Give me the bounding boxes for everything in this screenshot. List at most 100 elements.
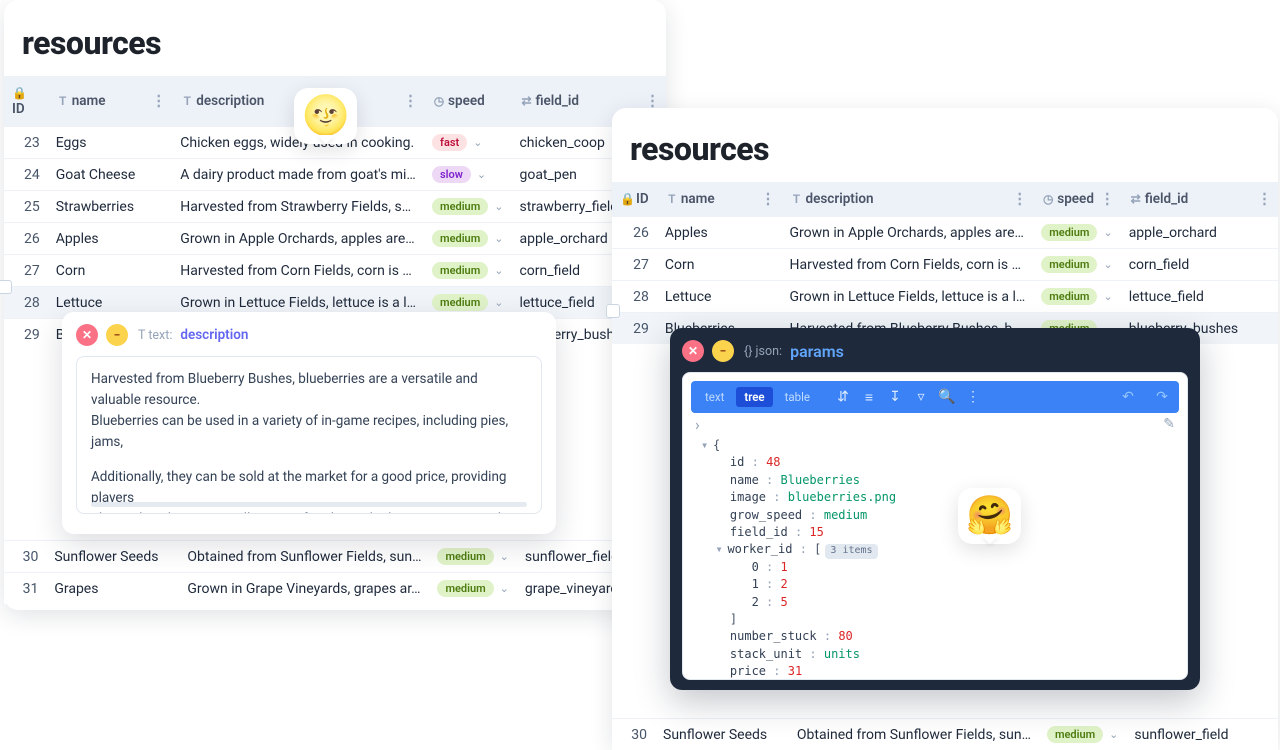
cell-field-id: sunflower_field <box>1126 719 1278 750</box>
cell-id: 26 <box>4 223 48 255</box>
cell-field-id: lettuce_field <box>1121 281 1278 313</box>
table-row[interactable]: 30 Sunflower Seeds Obtained from Sunflow… <box>612 719 1278 750</box>
table-row[interactable]: 26 Apples Grown in Apple Orchards, apple… <box>4 223 666 255</box>
cell-speed[interactable]: slow⌄ <box>424 159 511 191</box>
right-resources-panel: resources 🔒ID Tname ⋮ Tdescription ⋮ ◷sp… <box>612 108 1278 750</box>
cell-speed[interactable]: medium⌄ <box>424 191 511 223</box>
table-row[interactable]: 27 Corn Harvested from Corn Fields, corn… <box>612 249 1278 281</box>
chevron-down-icon[interactable]: ⌄ <box>494 232 503 245</box>
cell-field-id: corn_field <box>1121 249 1278 281</box>
undo-icon[interactable]: ↶ <box>1117 386 1139 408</box>
json-tree[interactable]: ▾{ id : 48 name : Blueberries image : bl… <box>683 435 1187 680</box>
cell-name: Sunflower Seeds <box>46 541 179 573</box>
col-menu-icon[interactable]: ⋮ <box>645 94 660 109</box>
col-id[interactable]: 🔒ID <box>612 182 657 217</box>
col-menu-icon[interactable]: ⋮ <box>151 94 166 109</box>
collapse-all-icon[interactable]: ≡ <box>858 386 880 408</box>
cell-name: Apples <box>657 217 782 249</box>
expand-all-icon[interactable]: ⇵ <box>832 386 854 408</box>
row-checkbox[interactable] <box>606 304 620 318</box>
field-type-label: {} json: <box>744 344 782 359</box>
json-toolbar: text tree table ⇵ ≡ ↧ ▿ 🔍 ⋮ ↶ ↷ <box>691 381 1179 413</box>
cell-description: Harvested from Strawberry Fields, s… <box>172 191 424 223</box>
resources-table-tail: 30 Sunflower Seeds Obtained from Sunflow… <box>4 540 666 604</box>
chevron-down-icon[interactable]: ⌄ <box>500 582 509 595</box>
col-menu-icon[interactable]: ⋮ <box>1100 192 1115 207</box>
tab-text[interactable]: text <box>697 387 732 407</box>
horizontal-scrollbar[interactable] <box>91 502 527 507</box>
cell-id: 24 <box>4 159 48 191</box>
col-menu-icon[interactable]: ⋮ <box>1012 192 1027 207</box>
field-name-label: description <box>180 327 248 343</box>
cell-speed[interactable]: medium⌄ <box>424 223 511 255</box>
close-button[interactable]: ✕ <box>682 340 704 362</box>
clock-icon: ◷ <box>1041 192 1055 206</box>
cell-description: Grown in Apple Orchards, apples are… <box>172 223 424 255</box>
table-row[interactable]: 28 Lettuce Grown in Lettuce Fields, lett… <box>612 281 1278 313</box>
col-description[interactable]: Tdescription ⋮ <box>782 182 1034 217</box>
col-id[interactable]: 🔒ID <box>4 76 48 127</box>
cell-speed[interactable]: medium⌄ <box>429 573 516 605</box>
chevron-down-icon[interactable]: ⌄ <box>1103 290 1112 303</box>
breadcrumb-chevron-icon[interactable]: › <box>695 415 707 434</box>
close-button[interactable]: ✕ <box>76 324 98 346</box>
table-row[interactable]: 31 Grapes Grown in Grape Vineyards, grap… <box>4 573 666 605</box>
cell-speed[interactable]: fast⌄ <box>424 127 511 159</box>
edit-icon[interactable]: ✎ <box>1163 416 1175 432</box>
chevron-down-icon[interactable]: ⌄ <box>477 168 486 181</box>
col-speed[interactable]: ◷speed <box>424 76 511 127</box>
table-row[interactable]: 27 Corn Harvested from Corn Fields, corn… <box>4 255 666 287</box>
lock-icon: 🔒 <box>12 86 26 100</box>
minimize-button[interactable]: − <box>712 340 734 362</box>
col-menu-icon[interactable]: ⋮ <box>1257 192 1272 207</box>
row-checkbox[interactable] <box>0 280 12 294</box>
cell-description: Harvested from Corn Fields, corn is … <box>172 255 424 287</box>
table-row[interactable]: 25 Strawberries Harvested from Strawberr… <box>4 191 666 223</box>
tab-tree[interactable]: tree <box>736 387 772 407</box>
cell-speed[interactable]: medium⌄ <box>1033 217 1120 249</box>
link-icon: ⇄ <box>519 94 533 108</box>
speed-badge: medium <box>1047 726 1103 743</box>
chevron-down-icon[interactable]: ⌄ <box>1103 226 1112 239</box>
cell-speed[interactable]: medium⌄ <box>1033 281 1120 313</box>
minimize-button[interactable]: − <box>106 324 128 346</box>
redo-icon[interactable]: ↷ <box>1151 386 1173 408</box>
col-name[interactable]: Tname ⋮ <box>657 182 782 217</box>
speed-badge: medium <box>432 262 488 279</box>
chevron-down-icon[interactable]: ⌄ <box>500 550 509 563</box>
cell-speed[interactable]: medium⌄ <box>429 541 516 573</box>
chevron-down-icon[interactable]: ⌄ <box>494 264 503 277</box>
col-menu-icon[interactable]: ⋮ <box>761 192 776 207</box>
description-textarea[interactable]: Harvested from Blueberry Bushes, blueber… <box>76 356 542 514</box>
table-row[interactable]: 24 Goat Cheese A dairy product made from… <box>4 159 666 191</box>
chevron-down-icon[interactable]: ⌄ <box>1109 728 1118 741</box>
chevron-down-icon[interactable]: ⌄ <box>473 136 482 149</box>
filter-icon[interactable]: ▿ <box>910 386 932 408</box>
col-menu-icon[interactable]: ⋮ <box>403 94 418 109</box>
table-row[interactable]: 26 Apples Grown in Apple Orchards, apple… <box>612 217 1278 249</box>
cell-speed[interactable]: medium ⌄ <box>424 255 511 287</box>
cell-name: Corn <box>48 255 173 287</box>
cell-speed[interactable]: medium ⌄ <box>1039 719 1126 750</box>
menu-icon[interactable]: ⋮ <box>962 386 984 408</box>
chevron-down-icon[interactable]: ⌄ <box>1103 258 1112 271</box>
text-editor-card: ✕ − T text: description Harvested from B… <box>62 312 556 534</box>
chevron-down-icon[interactable]: ⌄ <box>494 296 503 309</box>
col-name[interactable]: Tname ⋮ <box>48 76 173 127</box>
cell-name: Sunflower Seeds <box>655 719 789 750</box>
tab-table[interactable]: table <box>777 387 818 407</box>
cell-name: Apples <box>48 223 173 255</box>
cell-field-id: apple_orchard <box>1121 217 1278 249</box>
cell-name: Grapes <box>46 573 179 605</box>
sort-icon[interactable]: ↧ <box>884 386 906 408</box>
cell-id: 29 <box>4 319 48 351</box>
cell-name: Eggs <box>48 127 173 159</box>
text-type-icon: T <box>180 94 194 108</box>
col-speed[interactable]: ◷speed ⋮ <box>1033 182 1120 217</box>
chevron-down-icon[interactable]: ⌄ <box>494 200 503 213</box>
table-row[interactable]: 30 Sunflower Seeds Obtained from Sunflow… <box>4 541 666 573</box>
emoji-hug-popover: 🤗 <box>958 488 1021 544</box>
cell-speed[interactable]: medium⌄ <box>1033 249 1120 281</box>
search-icon[interactable]: 🔍 <box>936 386 958 408</box>
col-field-id[interactable]: ⇄field_id ⋮ <box>1121 182 1278 217</box>
